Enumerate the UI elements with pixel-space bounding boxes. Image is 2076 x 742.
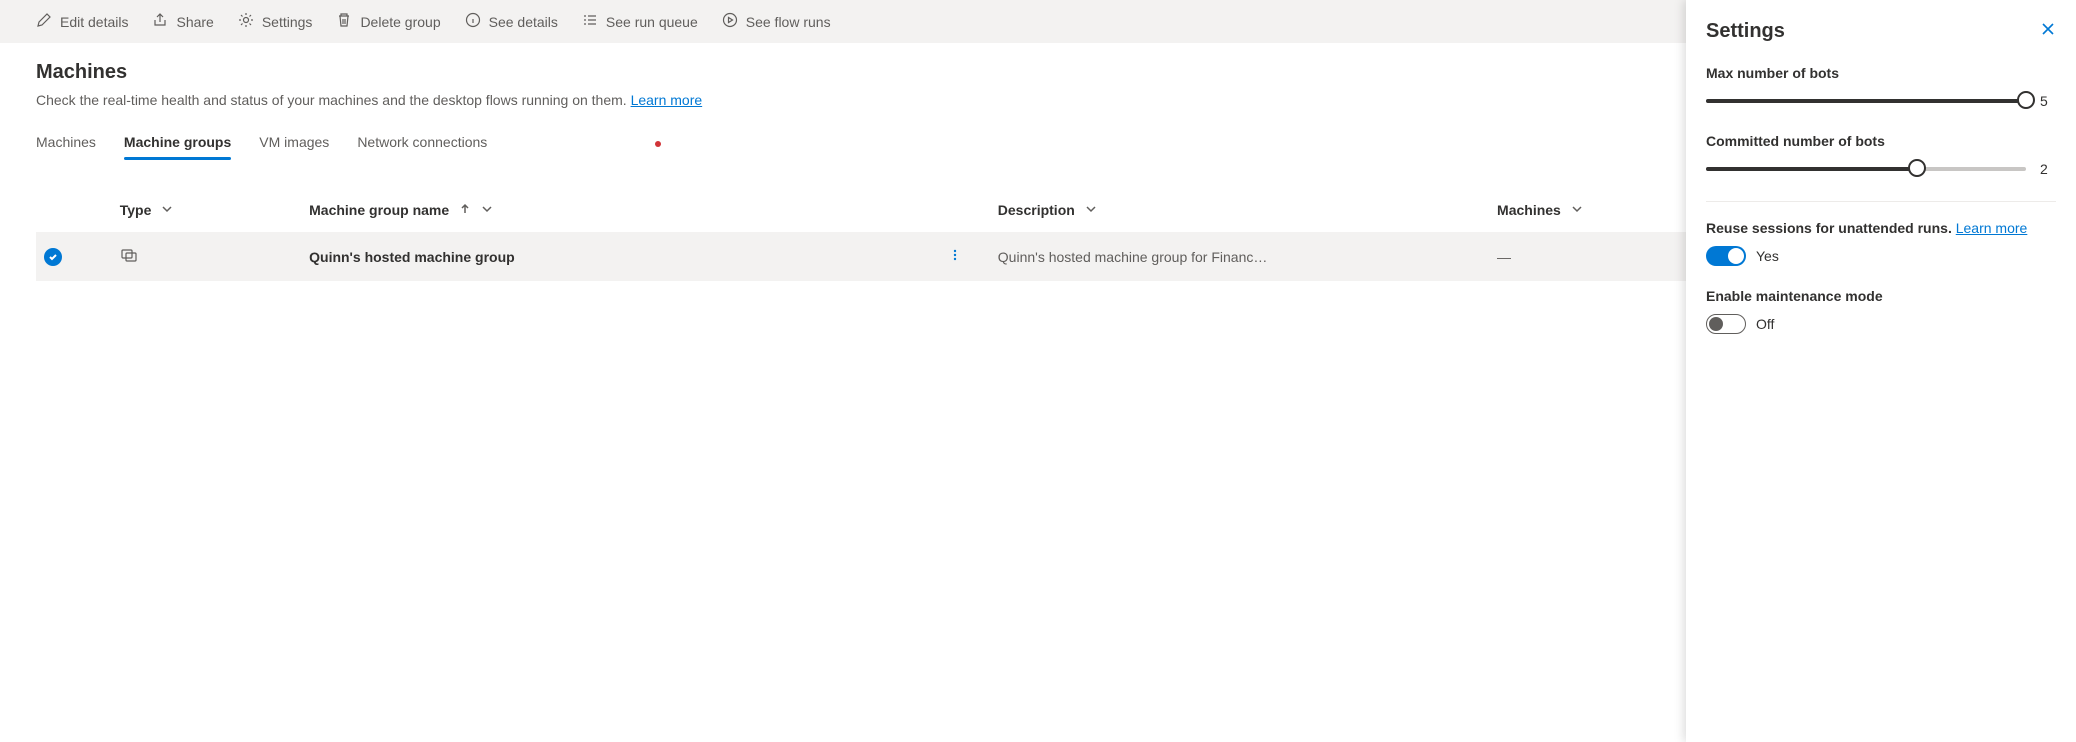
chevron-down-icon: [1571, 202, 1583, 218]
delete-label: Delete group: [360, 14, 440, 30]
col-machines-label: Machines: [1497, 202, 1561, 218]
committed-bots-slider[interactable]: [1706, 159, 2026, 179]
maintenance-mode-toggle[interactable]: [1706, 314, 1746, 334]
tab-machines[interactable]: Machines: [36, 128, 96, 160]
sort-asc-icon: [459, 202, 471, 218]
see-run-queue-label: See run queue: [606, 14, 698, 30]
col-description[interactable]: Description: [990, 188, 1489, 232]
settings-label: Settings: [262, 14, 313, 30]
tab-vm-images[interactable]: VM images: [259, 128, 329, 160]
col-name-label: Machine group name: [309, 202, 449, 218]
reuse-sessions-label: Reuse sessions for unattended runs. Lear…: [1706, 220, 2056, 236]
edit-details-label: Edit details: [60, 14, 128, 30]
col-type-label: Type: [120, 202, 152, 218]
tab-machine-groups[interactable]: Machine groups: [124, 128, 231, 160]
trash-icon: [336, 12, 352, 31]
row-selected-icon[interactable]: [44, 248, 62, 266]
share-label: Share: [176, 14, 213, 30]
max-bots-value: 5: [2040, 93, 2056, 109]
page-subtitle-text: Check the real-time health and status of…: [36, 92, 631, 108]
edit-details-button[interactable]: Edit details: [36, 12, 128, 31]
settings-panel: Settings Max number of bots 5 Committed …: [1686, 0, 2076, 742]
see-details-label: See details: [489, 14, 558, 30]
settings-button[interactable]: Settings: [238, 12, 313, 31]
col-desc-label: Description: [998, 202, 1075, 218]
reuse-sessions-toggle[interactable]: [1706, 246, 1746, 266]
learn-more-link[interactable]: Learn more: [631, 92, 703, 108]
max-bots-slider[interactable]: [1706, 91, 2026, 111]
machine-group-icon: [120, 251, 138, 267]
chevron-down-icon: [481, 202, 493, 218]
share-button[interactable]: Share: [152, 12, 213, 31]
pencil-icon: [36, 12, 52, 31]
panel-title: Settings: [1706, 20, 1785, 43]
reuse-learn-more-link[interactable]: Learn more: [1956, 220, 2028, 236]
max-bots-label: Max number of bots: [1706, 65, 2056, 81]
chevron-down-icon: [1085, 202, 1097, 218]
group-name: Quinn's hosted machine group: [309, 249, 515, 265]
close-icon: [2040, 24, 2056, 41]
see-details-button[interactable]: See details: [465, 12, 558, 31]
maintenance-mode-state: Off: [1756, 316, 1774, 332]
col-type[interactable]: Type: [112, 188, 301, 232]
divider: [1706, 201, 2056, 202]
notification-dot: [655, 141, 661, 147]
committed-bots-label: Committed number of bots: [1706, 133, 2056, 149]
info-icon: [465, 12, 481, 31]
chevron-down-icon: [161, 202, 173, 218]
close-button[interactable]: [2040, 21, 2056, 42]
see-flow-runs-label: See flow runs: [746, 14, 831, 30]
tab-network-connections[interactable]: Network connections: [357, 128, 487, 160]
delete-group-button[interactable]: Delete group: [336, 12, 440, 31]
col-select[interactable]: [36, 188, 112, 232]
gear-icon: [238, 12, 254, 31]
reuse-sessions-text: Reuse sessions for unattended runs.: [1706, 220, 1956, 236]
reuse-sessions-state: Yes: [1756, 248, 1779, 264]
group-description: Quinn's hosted machine group for Financ…: [990, 232, 1489, 281]
queue-icon: [582, 12, 598, 31]
play-icon: [722, 12, 738, 31]
row-menu-button[interactable]: [948, 248, 962, 265]
share-icon: [152, 12, 168, 31]
col-name[interactable]: Machine group name: [301, 188, 990, 232]
see-run-queue-button[interactable]: See run queue: [582, 12, 698, 31]
maintenance-mode-label: Enable maintenance mode: [1706, 288, 2056, 304]
see-flow-runs-button[interactable]: See flow runs: [722, 12, 831, 31]
committed-bots-value: 2: [2040, 161, 2056, 177]
